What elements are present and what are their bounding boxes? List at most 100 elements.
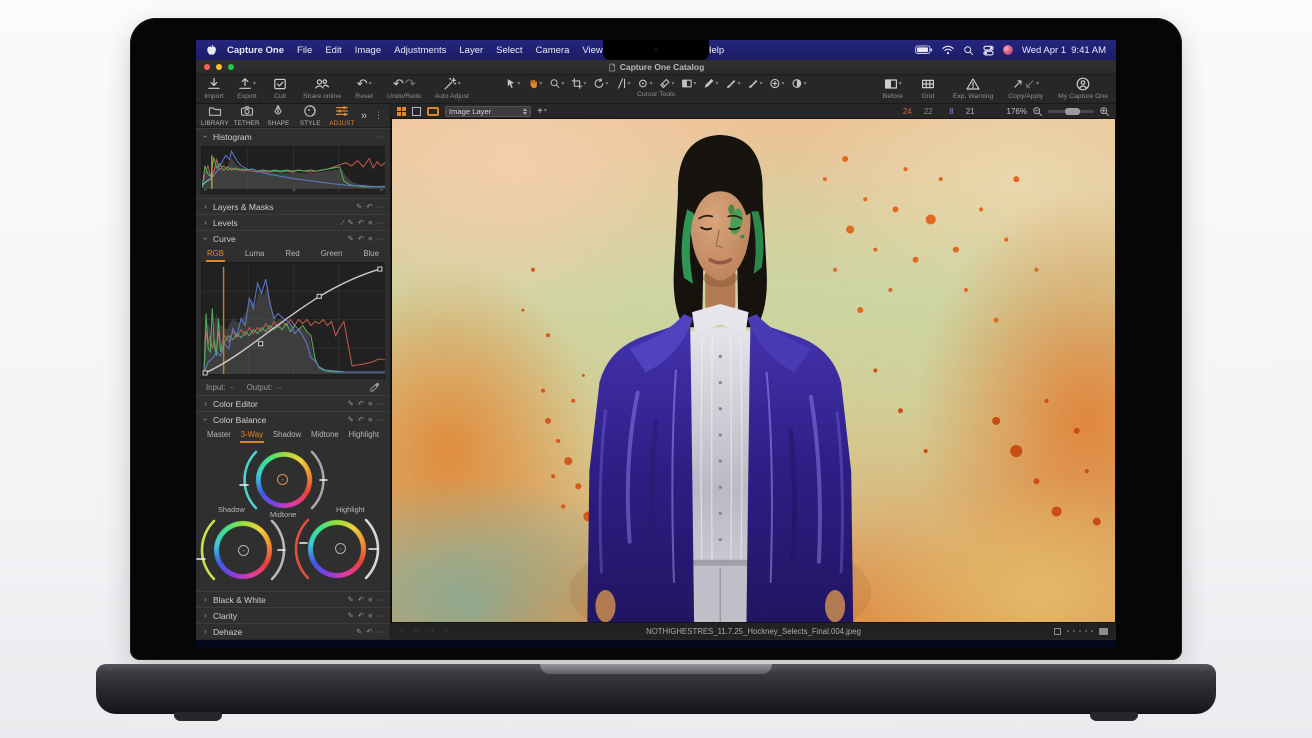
menu-extra-app-icon[interactable] bbox=[1002, 45, 1013, 55]
copy-adjustments-icon[interactable]: ✎ bbox=[348, 400, 354, 408]
eraser-tool[interactable]: ▾ bbox=[660, 78, 675, 89]
cb-tab-master[interactable]: Master bbox=[206, 428, 232, 443]
cb-tab-shadow[interactable]: Shadow bbox=[272, 428, 302, 443]
filmstrip-toggle-icon[interactable] bbox=[1099, 627, 1108, 635]
menu-item-edit[interactable]: Edit bbox=[325, 45, 341, 56]
tab-style[interactable]: STYLE bbox=[295, 104, 325, 127]
frame-toggle-icon[interactable] bbox=[1054, 627, 1061, 635]
disclosure-icon[interactable]: › bbox=[201, 133, 210, 140]
copy-adjustments-icon[interactable]: ✎ bbox=[348, 219, 354, 227]
tab-adjust[interactable]: ADJUST bbox=[327, 104, 357, 127]
reset-icon[interactable]: ↶ bbox=[358, 596, 364, 604]
curve-tab-rgb[interactable]: RGB bbox=[206, 247, 225, 262]
cb-tab-3way[interactable]: 3-Way bbox=[239, 428, 264, 443]
zoom-button[interactable] bbox=[228, 64, 234, 70]
menu-item-file[interactable]: File bbox=[297, 45, 312, 56]
menu-item-adjustments[interactable]: Adjustments bbox=[394, 45, 446, 56]
copy-apply-button[interactable]: ↗ ↙ ▾ Copy/Apply bbox=[1008, 77, 1043, 101]
more-icon[interactable]: ··· bbox=[377, 596, 385, 604]
eyedropper-icon[interactable] bbox=[370, 382, 380, 392]
curve-editor-chart[interactable] bbox=[201, 262, 386, 379]
variant-dots-icon[interactable] bbox=[1067, 630, 1093, 632]
panel-levels-header[interactable]: › Levels ∕ ✎ ↶ ≡ ··· bbox=[196, 214, 390, 230]
tab-tether[interactable]: TETHER bbox=[232, 104, 262, 127]
disclosure-icon[interactable]: › bbox=[202, 202, 209, 211]
before-button[interactable]: ▾ Before bbox=[883, 77, 903, 100]
curve-tab-red[interactable]: Red bbox=[284, 247, 300, 262]
wifi-icon[interactable] bbox=[942, 45, 954, 55]
curve-tab-green[interactable]: Green bbox=[320, 247, 344, 262]
reset-icon[interactable]: ↶ bbox=[366, 628, 372, 636]
cb-tab-midtone[interactable]: Midtone bbox=[310, 428, 340, 443]
straighten-tool[interactable]: ▾ bbox=[615, 78, 630, 89]
reset-icon[interactable]: ↶ bbox=[358, 219, 364, 227]
copy-adjustments-icon[interactable]: ✎ bbox=[356, 628, 362, 636]
apple-menu-icon[interactable] bbox=[206, 44, 217, 57]
tab-overflow-icon[interactable]: ⋮ bbox=[374, 110, 383, 121]
more-icon[interactable]: ··· bbox=[377, 612, 385, 620]
panel-black-white-header[interactable]: › Black & White ✎ ↶ ≡ ··· bbox=[196, 591, 390, 607]
menu-item-app[interactable]: Capture One bbox=[227, 45, 284, 56]
reset-icon[interactable]: ↶ bbox=[358, 416, 364, 424]
disclosure-icon[interactable]: › bbox=[202, 399, 209, 408]
spot-removal-tool[interactable]: ▾ bbox=[637, 78, 653, 89]
more-icon[interactable]: ··· bbox=[377, 235, 385, 243]
close-button[interactable] bbox=[204, 64, 210, 70]
panel-clarity-header[interactable]: › Clarity ✎ ↶ ≡ ··· bbox=[196, 607, 390, 623]
title-bar[interactable]: Capture One Catalog bbox=[196, 60, 1116, 75]
battery-icon[interactable] bbox=[915, 45, 933, 55]
add-layer-button[interactable]: + ▾ bbox=[537, 106, 547, 117]
tab-shape[interactable]: SHAPE bbox=[264, 104, 294, 127]
menu-item-view[interactable]: View bbox=[582, 45, 602, 56]
more-icon[interactable]: ··· bbox=[377, 416, 385, 424]
curve-tab-blue[interactable]: Blue bbox=[362, 247, 380, 262]
more-icon[interactable]: ··· bbox=[377, 219, 385, 227]
my-capture-one-button[interactable]: My Capture One bbox=[1058, 77, 1108, 100]
cull-button[interactable]: Cull bbox=[270, 77, 290, 100]
rotate-tool[interactable]: ▾ bbox=[593, 78, 608, 89]
disclosure-icon[interactable]: › bbox=[202, 611, 209, 620]
more-icon[interactable]: ··· bbox=[377, 203, 385, 211]
cb-tab-highlight[interactable]: Highlight bbox=[348, 428, 380, 443]
presets-icon[interactable]: ≡ bbox=[368, 596, 372, 604]
photo-canvas[interactable] bbox=[391, 119, 1116, 622]
minimize-button[interactable] bbox=[216, 64, 222, 70]
picker-icon[interactable]: ∕ bbox=[342, 219, 343, 227]
more-icon[interactable]: ··· bbox=[377, 133, 385, 141]
search-icon[interactable] bbox=[963, 45, 974, 56]
undo-redo-button[interactable]: ↶ ↷ Undo/Redo bbox=[387, 77, 421, 101]
menu-item-camera[interactable]: Camera bbox=[536, 45, 570, 56]
zoom-slider-handle[interactable] bbox=[1064, 107, 1080, 115]
copy-adjustments-icon[interactable]: ✎ bbox=[348, 235, 354, 243]
presets-icon[interactable]: ≡ bbox=[368, 400, 372, 408]
crop-tool[interactable]: ▾ bbox=[571, 78, 586, 89]
disclosure-icon[interactable]: › bbox=[201, 235, 210, 242]
highlight-wheel-handle[interactable] bbox=[335, 543, 346, 554]
shadow-wheel-handle[interactable] bbox=[238, 545, 249, 556]
menu-item-image[interactable]: Image bbox=[355, 45, 381, 56]
stepper-icon[interactable] bbox=[523, 107, 527, 115]
layer-select[interactable]: Image Layer bbox=[445, 105, 531, 117]
more-icon[interactable]: ··· bbox=[377, 628, 385, 636]
curve-tab-luma[interactable]: Luma bbox=[244, 247, 266, 262]
export-button[interactable]: ▾ Export bbox=[237, 77, 257, 100]
panel-color-balance-header[interactable]: › Color Balance ✎ ↶ ≡ ··· bbox=[196, 411, 390, 427]
presets-icon[interactable]: ≡ bbox=[368, 235, 372, 243]
erase-mask-tool[interactable]: ▾ bbox=[748, 78, 763, 89]
panel-histogram-header[interactable]: › Histogram ··· bbox=[196, 128, 390, 144]
heal-tool[interactable]: ▾ bbox=[770, 78, 785, 89]
presets-icon[interactable]: ≡ bbox=[368, 612, 372, 620]
reset-icon[interactable]: ↶ bbox=[358, 235, 364, 243]
menu-item-select[interactable]: Select bbox=[496, 45, 522, 56]
copy-adjustments-icon[interactable]: ✎ bbox=[348, 416, 354, 424]
panel-layers-masks-header[interactable]: › Layers & Masks ✎ ↶ ··· bbox=[196, 198, 390, 214]
disclosure-icon[interactable]: › bbox=[202, 595, 209, 604]
rating-marks[interactable]: -- -- -- -- bbox=[399, 628, 450, 635]
select-tool[interactable]: ▾ bbox=[505, 78, 520, 89]
zoom-level[interactable]: 176% bbox=[1007, 107, 1027, 116]
import-button[interactable]: Import bbox=[204, 77, 224, 100]
reset-button[interactable]: ↶ ▾ Reset bbox=[354, 77, 374, 101]
menu-item-layer[interactable]: Layer bbox=[459, 45, 483, 56]
exposure-warning-button[interactable]: Exp. Warning bbox=[953, 77, 993, 100]
draw-mask-tool[interactable]: ▾ bbox=[704, 78, 719, 89]
